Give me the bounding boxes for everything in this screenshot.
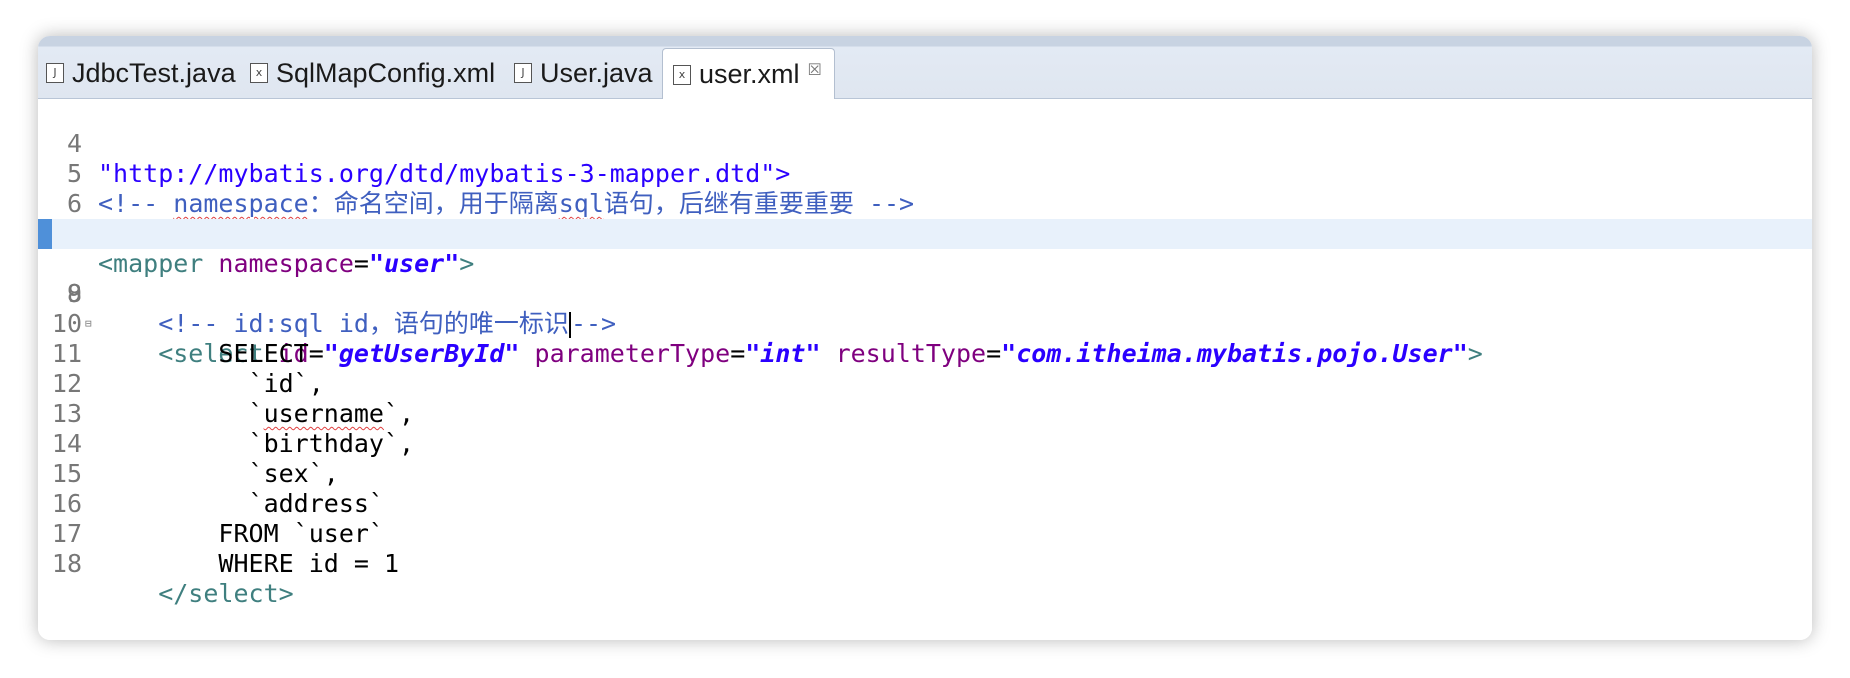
line-number: 18	[51, 549, 82, 578]
code-line: 18 </select>	[38, 519, 1812, 608]
code-line: 4 "http://mybatis.org/dtd/mybatis-3-mapp…	[38, 99, 1812, 188]
current-code-line: 8 <!-- id:sql id，语句的唯一标识-->	[38, 219, 1812, 338]
xml-file-icon: x	[673, 64, 691, 85]
tab-label: SqlMapConfig.xml	[276, 57, 496, 88]
code-line: 6 ⊟ <mapper namespace="user">	[38, 159, 1812, 278]
java-file-icon: J	[46, 63, 64, 83]
line-code: </select>	[98, 579, 294, 608]
current-line-marker	[38, 219, 52, 249]
code-line: 7	[38, 189, 1812, 248]
tab-sqlmapconfig-xml[interactable]: x SqlMapConfig.xml	[250, 48, 495, 98]
code-line: 10 SELECT	[38, 279, 1812, 368]
code-line: 9 ⊟ <select id="getUserById" parameterTy…	[38, 249, 1812, 368]
java-file-icon: J	[514, 63, 532, 83]
code-line: 16 FROM `user`	[38, 459, 1812, 548]
tab-label: JdbcTest.java	[72, 57, 236, 88]
editor-window: J JdbcTest.java x SqlMapConfig.xml J Use…	[38, 36, 1812, 640]
xml-file-icon: x	[250, 63, 268, 83]
code-line: 11 `id`,	[38, 309, 1812, 398]
tab-label: User.java	[540, 57, 653, 88]
tab-jdbctest-java[interactable]: J JdbcTest.java	[46, 48, 236, 98]
tab-user-xml[interactable]: x user.xml ☒	[662, 48, 835, 100]
code-line: 14 `sex`,	[38, 399, 1812, 488]
editor-tab-bar: J JdbcTest.java x SqlMapConfig.xml J Use…	[38, 36, 1812, 100]
code-line: 5 <!-- namespace：命名空间，用于隔离sql语句，后继有重要重要 …	[38, 129, 1812, 218]
code-line: 17 WHERE id = 1	[38, 489, 1812, 578]
line-code: WHERE id = 1	[98, 549, 400, 578]
code-editor[interactable]: 4 "http://mybatis.org/dtd/mybatis-3-mapp…	[38, 99, 1812, 640]
tab-user-java[interactable]: J User.java	[514, 48, 653, 98]
tab-label: user.xml	[699, 59, 800, 89]
code-line: 15 `address`	[38, 429, 1812, 518]
code-line: 12 `username`,	[38, 339, 1812, 428]
close-tab-icon[interactable]: ☒	[808, 60, 822, 80]
code-line: 13 `birthday`,	[38, 369, 1812, 458]
